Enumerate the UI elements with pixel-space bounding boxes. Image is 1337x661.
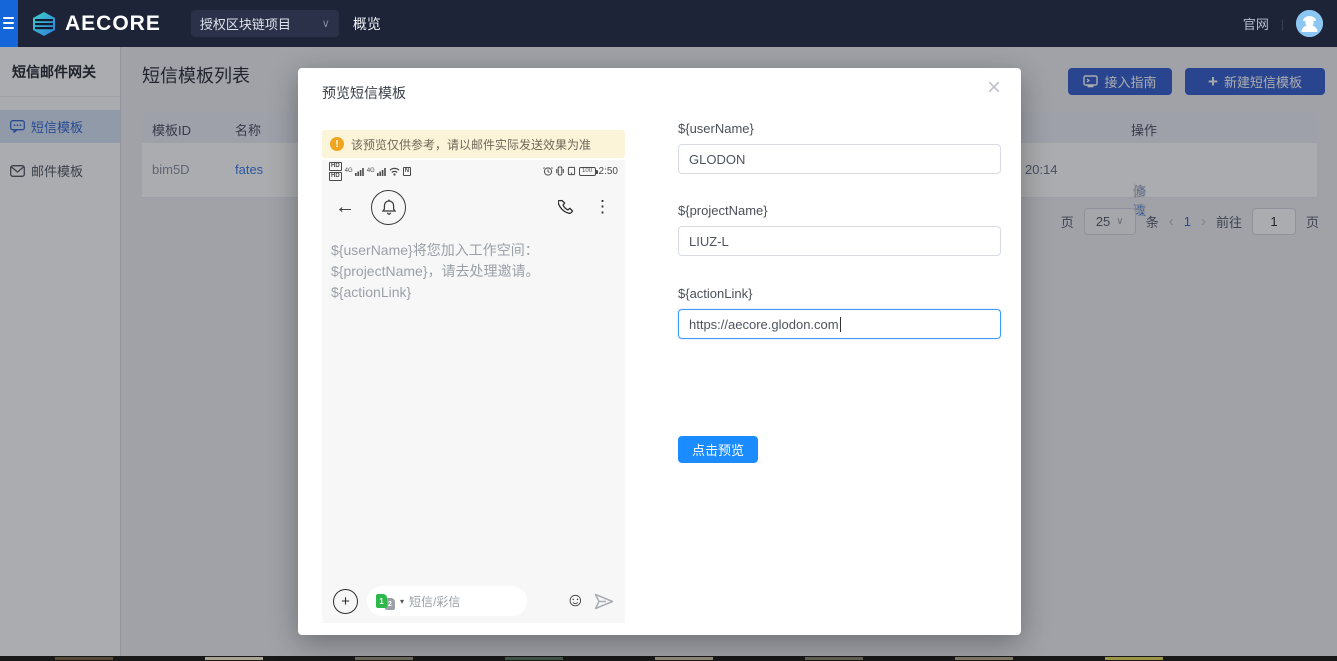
project-select-value: 授权区块链项目 (200, 14, 322, 33)
top-navbar: AECORE 授权区块链项目 ∨ 概览 官网 | (0, 0, 1337, 47)
username-field[interactable] (678, 144, 1001, 174)
more-options-icon[interactable]: ⋮ (594, 197, 612, 217)
phone-status-bar: HD HD 4G 4G (322, 160, 625, 180)
notification-bell-avatar[interactable] (371, 190, 406, 225)
sms-compose-input[interactable]: 1 2 ▾ 短信/彩信 (367, 586, 527, 616)
actionlink-field[interactable]: https://aecore.glodon.com (678, 309, 1001, 339)
close-icon[interactable]: × (987, 76, 1001, 100)
sms-message-preview: ${userName}将您加入工作空间： ${projectName}，请去处理… (322, 230, 625, 303)
click-preview-button[interactable]: 点击预览 (678, 436, 758, 463)
actionlink-field-label: ${actionLink} (678, 286, 752, 301)
attach-plus-icon[interactable]: + (333, 589, 358, 614)
phone-message-header: ← ⋮ (322, 184, 625, 230)
signal-bars-icon (355, 167, 364, 176)
preview-warning-banner: ! 该预览仅供参考，请以邮件实际发送效果为准 (322, 130, 625, 158)
network-type-label: 4G (345, 168, 353, 174)
network-type-label: 4G (367, 168, 375, 174)
official-site-link[interactable]: 官网 (1243, 14, 1269, 33)
projectname-field-label: ${projectName} (678, 203, 768, 218)
sms-input-placeholder: 短信/彩信 (409, 593, 460, 610)
app-window: AECORE 授权区块链项目 ∨ 概览 官网 | 短信邮件网关 (0, 0, 1337, 661)
back-arrow-icon[interactable]: ← (335, 196, 355, 219)
signal-bars-icon (377, 167, 386, 176)
hamburger-menu-icon[interactable] (0, 0, 18, 47)
alarm-icon (543, 166, 553, 176)
tab-overview[interactable]: 概览 (353, 14, 381, 34)
project-select-dropdown[interactable]: 授权区块链项目 ∨ (191, 10, 339, 37)
hd-voice-icon: HD HD (329, 162, 342, 181)
os-taskbar-edge (0, 656, 1337, 661)
nfc-icon: N (403, 167, 411, 176)
warning-text: 该预览仅供参考，请以邮件实际发送效果为准 (351, 136, 591, 153)
bell-icon (381, 199, 397, 216)
brand-name: AECORE (65, 12, 161, 36)
aecore-logo-icon (30, 10, 58, 38)
text-cursor (840, 317, 841, 332)
projectname-field[interactable] (678, 226, 1001, 256)
actionlink-field-value: https://aecore.glodon.com (689, 317, 839, 332)
send-icon[interactable] (594, 593, 614, 610)
battery-icon: 100 (579, 167, 596, 176)
phone-preview: HD HD 4G 4G (322, 160, 625, 623)
user-avatar-icon (1296, 10, 1323, 37)
status-time: 2:50 (599, 166, 618, 177)
screen-rotate-icon (567, 166, 576, 176)
preview-sms-template-modal: 预览短信模板 × ! 该预览仅供参考，请以邮件实际发送效果为准 HD HD 4G (298, 68, 1021, 635)
username-field-label: ${userName} (678, 121, 754, 136)
sim-caret-icon[interactable]: ▾ (400, 597, 404, 606)
user-avatar[interactable] (1296, 10, 1323, 37)
call-icon[interactable] (558, 198, 577, 217)
wifi-icon (389, 167, 400, 176)
sim1-icon: 1 (376, 594, 387, 608)
emoji-icon[interactable]: ☺ (566, 590, 585, 612)
chevron-down-icon: ∨ (322, 17, 330, 30)
warning-icon: ! (330, 137, 344, 151)
vibrate-icon (556, 166, 564, 176)
nav-divider: | (1281, 17, 1284, 31)
phone-compose-bar: + 1 2 ▾ 短信/彩信 ☺ (322, 583, 625, 623)
brand-logo[interactable]: AECORE (30, 10, 161, 38)
modal-title: 预览短信模板 (322, 83, 406, 103)
